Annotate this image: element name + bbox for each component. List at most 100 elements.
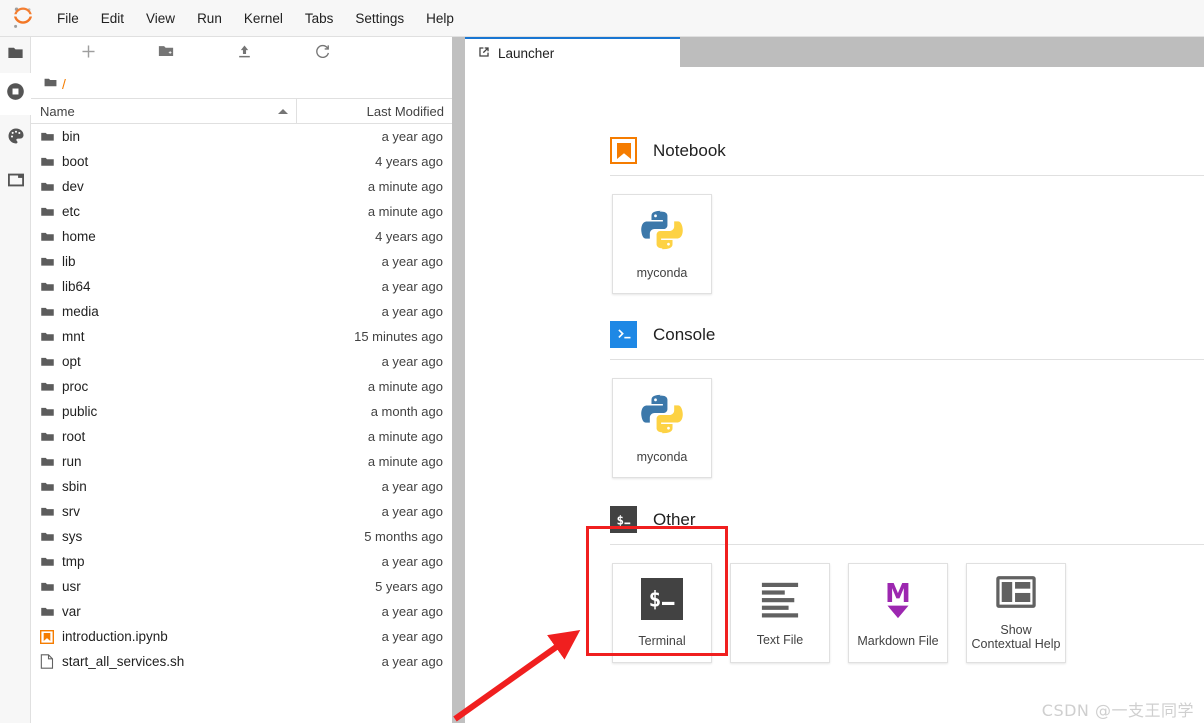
menu-item-edit[interactable]: Edit [90,7,135,30]
file-list-item-modified: a year ago [381,479,443,494]
section-divider-other [610,544,1204,545]
launcher-card-notebook-myconda[interactable]: myconda [612,194,712,294]
plus-icon [80,43,97,65]
file-list-item[interactable]: dev a minute ago [31,174,452,199]
jupyterlab-window: File Edit View Run Kernel Tabs Settings … [0,0,1204,723]
stop-circle-icon [5,81,26,107]
folder-icon [40,454,62,469]
column-header-name[interactable]: Name [31,99,297,123]
launcher-card-markdown-file[interactable]: M Markdown File [848,563,948,663]
menu-item-run[interactable]: Run [186,7,233,30]
file-browser-toolbar [31,37,452,70]
file-list-item[interactable]: lib a year ago [31,249,452,274]
file-list-item-name: sbin [62,479,87,494]
refresh-button[interactable] [283,40,361,68]
folder-icon [40,504,62,519]
file-list-item[interactable]: sys 5 months ago [31,524,452,549]
menu-item-file[interactable]: File [46,7,90,30]
sidebar-item-table-of-contents[interactable] [0,162,31,202]
folder-icon [6,43,25,67]
launcher-card-terminal[interactable]: $ Terminal [612,563,712,663]
file-list-item[interactable]: etc a minute ago [31,199,452,224]
menu-item-kernel[interactable]: Kernel [233,7,294,30]
file-list-item[interactable]: start_all_services.sh a year ago [31,649,452,674]
new-folder-button[interactable] [127,40,205,68]
file-list-item-name: media [62,304,99,319]
folder-icon [40,179,62,194]
file-list-item[interactable]: opt a year ago [31,349,452,374]
file-list-item[interactable]: usr 5 years ago [31,574,452,599]
file-list-item[interactable]: srv a year ago [31,499,452,524]
card-row-console: myconda [465,378,1204,478]
file-list-item[interactable]: mnt 15 minutes ago [31,324,452,349]
file-list-item[interactable]: run a minute ago [31,449,452,474]
watermark: CSDN @一支王同学 [1041,701,1194,720]
launcher-card-console-myconda[interactable]: myconda [612,378,712,478]
launcher-card-text-file[interactable]: Text File [730,563,830,663]
file-list-item[interactable]: root a minute ago [31,424,452,449]
sidebar-item-file-browser[interactable] [0,37,31,73]
column-header-last-modified[interactable]: Last Modified [297,99,452,123]
menu-item-tabs[interactable]: Tabs [294,7,345,30]
file-icon [40,654,62,669]
file-list-item[interactable]: sbin a year ago [31,474,452,499]
svg-text:$: $ [616,512,624,527]
file-list-item-name: proc [62,379,89,394]
sidebar-item-extension-manager[interactable] [0,115,31,162]
menu-item-view[interactable]: View [135,7,186,30]
file-list-item[interactable]: lib64 a year ago [31,274,452,299]
file-list-item-name: var [62,604,81,619]
folder-icon [40,329,62,344]
jupyter-logo-icon[interactable] [0,0,46,37]
file-list-item-name: mnt [62,329,85,344]
file-list-item-modified: a year ago [381,354,443,369]
new-folder-icon [157,42,175,65]
file-list-item[interactable]: bin a year ago [31,124,452,149]
launcher-card-show-contextual-help[interactable]: Show Contextual Help [966,563,1066,663]
folder-icon [40,554,62,569]
folder-icon [40,254,62,269]
launcher-card-label: myconda [636,266,688,280]
folder-icon [43,75,58,93]
tab-launcher-label: Launcher [498,45,555,61]
folder-icon [40,279,62,294]
sidebar-item-running-terminals[interactable] [0,73,31,115]
launcher-body: Notebook myconda Console myconda $ Other… [465,67,1204,723]
launcher-card-label: Markdown File [857,634,939,648]
file-list-item-modified: a year ago [381,629,443,644]
file-list-item[interactable]: home 4 years ago [31,224,452,249]
file-list-item[interactable]: tmp a year ago [31,549,452,574]
launcher-icon [477,45,491,62]
folder-icon [40,354,62,369]
palette-icon [6,126,26,151]
file-list-item[interactable]: media a year ago [31,299,452,324]
file-list-item[interactable]: boot 4 years ago [31,149,452,174]
file-list-item-name: srv [62,504,80,519]
panel-splitter[interactable] [452,37,465,723]
file-list-item-modified: a month ago [370,404,443,419]
card-row-other: $ Terminal Text File M Markdown File Sho… [465,563,1204,663]
file-list-item-modified: a minute ago [367,454,443,469]
menu-item-settings[interactable]: Settings [344,7,415,30]
folder-icon [40,204,62,219]
menu-item-help[interactable]: Help [415,7,465,30]
file-list-item-modified: a year ago [381,654,443,669]
file-list-item[interactable]: var a year ago [31,599,452,624]
section-header-notebook: Notebook [465,137,1204,164]
file-list[interactable]: bin a year ago boot 4 years ago dev a minute … [31,124,452,723]
file-list-item[interactable]: introduction.ipynb a year ago [31,624,452,649]
folder-icon [40,154,62,169]
contextual-help-icon [996,575,1036,614]
breadcrumb[interactable]: / [31,70,452,98]
file-list-item-name: bin [62,129,81,144]
new-launcher-button[interactable] [49,40,127,68]
file-list-item-modified: a year ago [381,504,443,519]
document-panel-icon [6,170,26,195]
file-list-item[interactable]: proc a minute ago [31,374,452,399]
tab-launcher[interactable]: Launcher [465,37,680,67]
upload-button[interactable] [205,40,283,68]
file-list-item-name: etc [62,204,81,219]
file-list-item[interactable]: public a month ago [31,399,452,424]
file-list-item-name: dev [62,179,84,194]
file-list-item-modified: a year ago [381,304,443,319]
